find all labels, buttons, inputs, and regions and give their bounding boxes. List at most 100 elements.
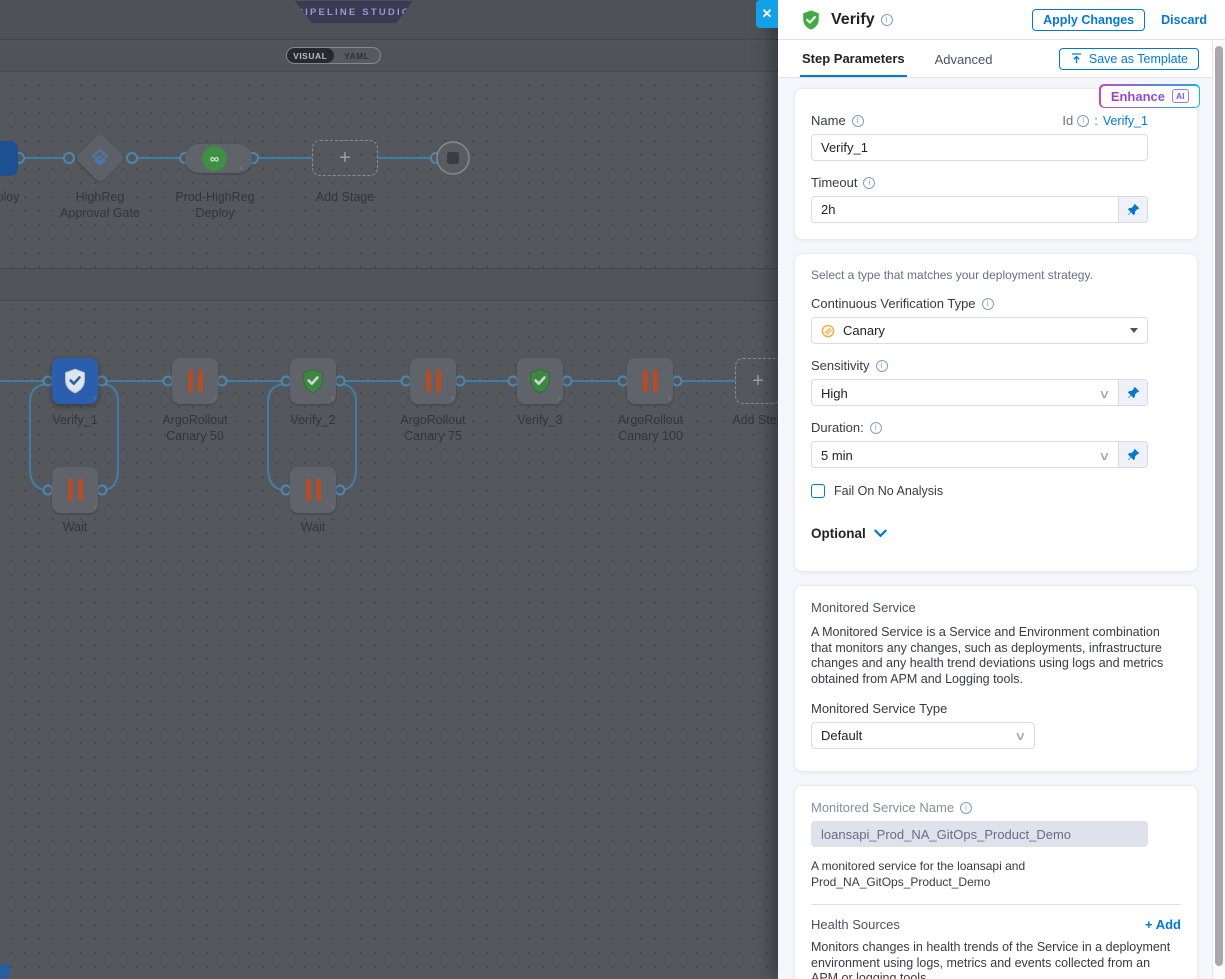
pin-icon xyxy=(1127,386,1140,399)
cv-type-label: Continuous Verification Typei xyxy=(811,296,1181,311)
monitored-service-type-value: Default xyxy=(821,728,862,743)
divider xyxy=(811,904,1181,905)
timeout-label: Timeouti xyxy=(811,175,1181,190)
id-row: Id i : Verify_1 xyxy=(1062,113,1148,128)
add-health-source-link[interactable]: + Add xyxy=(1145,917,1181,932)
monitored-service-type-label: Monitored Service Type xyxy=(811,701,1181,716)
cv-type-select[interactable]: Canary xyxy=(811,317,1148,344)
fail-on-no-analysis-row: Fail On No Analysis xyxy=(811,484,1181,498)
step-label-verify2: Verify_2 xyxy=(273,412,353,428)
pause-icon xyxy=(426,370,441,392)
step-label-argo50: ArgoRollout Canary 50 xyxy=(140,412,250,444)
tab-advanced[interactable]: Advanced xyxy=(933,42,995,76)
step-label-add-step: Add Step xyxy=(728,412,778,428)
monitored-service-name-card: Monitored Service Namei loansapi_Prod_NA… xyxy=(794,785,1198,979)
apply-changes-button[interactable]: Apply Changes xyxy=(1032,9,1145,31)
plus-icon: + xyxy=(339,147,351,170)
duration-pin-button[interactable] xyxy=(1118,442,1147,467)
step-label-wait1: Wait xyxy=(45,519,105,535)
id-value[interactable]: Verify_1 xyxy=(1103,114,1148,128)
pause-icon xyxy=(643,370,658,392)
caret-down-icon xyxy=(1130,328,1138,333)
enhance-label: Enhance xyxy=(1111,89,1165,104)
chevron-down-icon: ∨ xyxy=(1098,387,1110,401)
timeout-input-group xyxy=(811,196,1148,223)
discard-link[interactable]: Discard xyxy=(1161,13,1207,27)
name-input[interactable] xyxy=(811,134,1148,161)
info-icon[interactable]: i xyxy=(982,298,994,310)
info-icon[interactable]: i xyxy=(876,360,888,372)
timeout-input[interactable] xyxy=(812,197,1118,222)
step-node-argo100[interactable]: ‹› xyxy=(627,358,673,404)
step-node-wait1[interactable]: ‹› xyxy=(52,467,98,513)
stage-code-marker: ‹› xyxy=(240,166,775,977)
enhance-ai-button[interactable]: Enhance AI xyxy=(1099,84,1200,108)
template-upload-icon xyxy=(1070,52,1083,65)
step-label-argo100: ArgoRollout Canary 100 xyxy=(593,412,708,444)
chevron-down-icon xyxy=(874,529,887,538)
chevron-down-icon: ∨ xyxy=(1098,449,1110,463)
step-label-verify3: Verify_3 xyxy=(500,412,580,428)
duration-select-group: 5 min ∨ xyxy=(811,441,1148,468)
info-icon[interactable]: i xyxy=(863,177,875,189)
info-icon[interactable]: i xyxy=(870,422,882,434)
step-node-verify2[interactable]: ‹› xyxy=(290,358,336,404)
close-drawer-button[interactable]: ✕ xyxy=(756,0,778,28)
chevron-down-icon: ∨ xyxy=(1014,729,1026,743)
stage-label-gitops-deploy: Prod-HighReg Deploy xyxy=(155,189,275,221)
step-node-wait2[interactable]: ‹› xyxy=(290,467,336,513)
step-code-marker: ‹› xyxy=(93,396,95,402)
monitored-service-helper: A monitored service for the loansapi and… xyxy=(811,859,1181,890)
step-code-marker: ‹› xyxy=(451,396,453,402)
sensitivity-label: Sensitivityi xyxy=(811,358,1181,373)
monitored-service-title: Monitored Service xyxy=(811,600,1181,615)
stage-node-deploy-partial[interactable] xyxy=(0,141,18,176)
gitops-icon: ∞ xyxy=(202,146,227,171)
info-icon[interactable]: i xyxy=(852,115,864,127)
step-code-marker: ‹› xyxy=(331,505,333,511)
tab-step-parameters[interactable]: Step Parameters xyxy=(800,41,907,77)
plus-icon: + xyxy=(752,370,764,393)
step-node-verify1-selected[interactable]: ‹› xyxy=(52,358,98,404)
id-label: Id xyxy=(1062,113,1073,128)
pause-icon xyxy=(68,479,83,501)
sensitivity-select-group: High ∨ xyxy=(811,379,1148,406)
duration-select[interactable]: 5 min ∨ xyxy=(812,442,1118,468)
info-icon[interactable]: i xyxy=(1077,115,1089,127)
verify-shield-icon xyxy=(299,367,327,395)
step-code-marker: ‹› xyxy=(331,396,333,402)
step-node-argo50[interactable]: ‹› xyxy=(172,358,218,404)
info-icon[interactable]: i xyxy=(881,14,893,26)
add-step-button[interactable]: + xyxy=(735,358,778,404)
verify-shield-icon xyxy=(526,367,554,395)
step-node-argo75[interactable]: ‹› xyxy=(410,358,456,404)
sensitivity-pin-button[interactable] xyxy=(1118,380,1147,405)
step-code-marker: ‹› xyxy=(668,396,670,402)
monitored-service-type-select[interactable]: Default ∨ xyxy=(811,722,1035,749)
fail-on-no-analysis-checkbox[interactable] xyxy=(811,484,825,498)
timeout-pin-button[interactable] xyxy=(1118,197,1147,222)
pin-icon xyxy=(1127,448,1140,461)
stage-label-approval-gate: HighReg Approval Gate xyxy=(40,189,160,221)
health-sources-title: Health Sources xyxy=(811,917,900,932)
drawer-body: Enhance AI Namei Id i : Verify_1 Timeout… xyxy=(778,79,1212,979)
verify-shield-icon xyxy=(61,367,89,395)
step-label-wait2: Wait xyxy=(283,519,343,535)
name-timeout-card: Enhance AI Namei Id i : Verify_1 Timeout… xyxy=(794,88,1198,240)
monitored-service-card: Monitored Service A Monitored Service is… xyxy=(794,585,1198,772)
drawer-scrollbar-thumb[interactable] xyxy=(1215,46,1223,966)
optional-label: Optional xyxy=(811,526,866,541)
optional-expander[interactable]: Optional xyxy=(811,526,1181,541)
add-stage-button[interactable]: + xyxy=(312,140,378,176)
drawer-scrollbar-track[interactable] xyxy=(1212,40,1225,979)
sensitivity-select[interactable]: High ∨ xyxy=(812,380,1118,406)
monitored-service-description: A Monitored Service is a Service and Env… xyxy=(811,625,1171,687)
info-icon[interactable]: i xyxy=(960,802,972,814)
stage-label-deploy-partial: ploy xyxy=(0,189,28,205)
save-as-template-button[interactable]: Save as Template xyxy=(1059,48,1199,70)
verify-shield-icon xyxy=(800,9,822,31)
canary-icon xyxy=(821,324,835,338)
step-label-argo75: ArgoRollout Canary 75 xyxy=(378,412,488,444)
step-label-verify1: Verify_1 xyxy=(35,412,115,428)
step-node-verify3[interactable]: ‹› xyxy=(517,358,563,404)
